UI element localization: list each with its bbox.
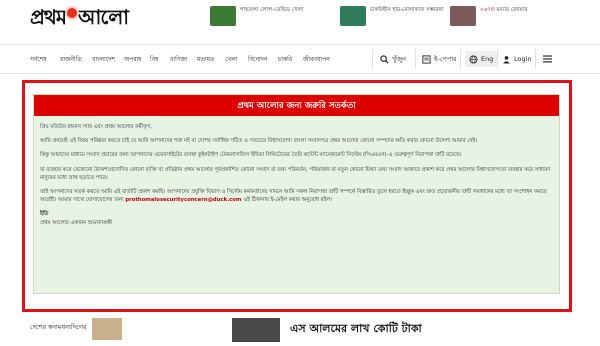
epaper-label: ই-পেপার	[434, 54, 457, 63]
nav-divider	[497, 49, 498, 69]
alert-signature: প্রথম আলোর একজন শুভাকাঙ্ক্ষী	[40, 219, 113, 226]
bottom-headline[interactable]: এস আলমের লাখ কোটি টাকা	[290, 320, 422, 339]
nav-item-business[interactable]: বাণিজ্য	[170, 54, 188, 65]
nav-item-jobs[interactable]: চাকরি	[278, 54, 292, 65]
news-thumbnail[interactable]	[92, 318, 122, 340]
search-label: খুঁজুন	[392, 54, 406, 63]
alert-paragraph: আমি প্রথমেই এই বিষয় পরিষ্কার করতে চাই য…	[40, 138, 478, 145]
promo-highlight: ০৬৭ফ	[480, 7, 495, 13]
nav-item-bangladesh[interactable]: বাংলাদেশ	[92, 54, 115, 65]
promo-item-3[interactable]: ০৬৭ফ বন্যার জোয়ার	[450, 6, 527, 32]
logo-text-part2: আলো	[78, 4, 129, 29]
contact-email-link[interactable]: prothomalosecurityconcern@duck.com	[125, 197, 241, 203]
epaper-button[interactable]: ই-পেপার	[422, 51, 457, 67]
newspaper-icon	[422, 54, 431, 64]
sun-icon	[67, 8, 77, 18]
nav-item-lifestyle[interactable]: জীবনযাপন	[303, 54, 330, 65]
login-label: Login	[514, 55, 532, 63]
globe-icon	[469, 54, 478, 64]
language-label: Eng	[481, 55, 494, 63]
logo-text-part1: প্রথম	[30, 4, 67, 29]
promo-text: ০৬৭ফ বন্যার জোয়ার	[480, 6, 527, 14]
prothom-alo-logo[interactable]: প্রথম আলো	[30, 5, 129, 32]
promo-thumbnail	[450, 6, 476, 26]
promo-text-body: বন্যার জোয়ার	[496, 7, 528, 13]
login-button[interactable]: Login	[502, 51, 532, 67]
top-bar: প্রথম আলো গাছতলা লোল-ডেভিড খেলা চাকরিহীন…	[0, 0, 600, 38]
nav-item-latest[interactable]: সর্বশেষ	[30, 54, 47, 65]
promo-item-2[interactable]: চাকরিহীন হার-মোলাকাত সম্ভাবনা	[340, 6, 443, 32]
bottom-left-headline[interactable]: দেশের স্বনামধন্যদিগের	[30, 322, 87, 333]
alert-paragraph: কিন্তু আমাদের মাধ্যমে সংবাদ প্রচারের জন্…	[40, 152, 462, 159]
alert-paragraph: যা ব্যবহার করে যেকোনো উদ্দেশ্যপ্রণোদিত ক…	[40, 166, 551, 181]
alert-paragraph-contact: তাই আপনাদের সতর্ক করতে আমি এই বার্তাটি প…	[40, 188, 552, 204]
promo-thumbnail	[340, 6, 366, 26]
nav-item-crime[interactable]: অপরাধ	[124, 54, 142, 65]
nav-item-world[interactable]: বিশ্ব	[150, 54, 158, 65]
promo-item-1[interactable]: গাছতলা লোল-ডেভিড খেলা	[210, 6, 303, 32]
alert-greeting: প্রিয় মতিউর রহমান স্যার এবং প্রথম আলোর …	[40, 124, 152, 130]
alert-title: প্রথম আলোর জন্য জরুরি সতর্কতা	[34, 95, 559, 116]
nav-item-politics[interactable]: রাজনীতি	[60, 54, 82, 65]
language-toggle[interactable]: Eng	[465, 51, 498, 67]
nav-item-entertainment[interactable]: বিনোদন	[248, 54, 268, 65]
nav-divider	[535, 49, 536, 69]
alert-signoff: ইতি	[40, 211, 49, 218]
search-button[interactable]: খুঁজুন	[380, 51, 406, 67]
nav-divider	[460, 49, 461, 69]
alert-contact-text-end: এই ঠিকানায় ই-মেইল করার অনুরোধ রইল।	[241, 197, 333, 204]
alert-body: প্রিয় মতিউর রহমান স্যার এবং প্রথম আলোর …	[40, 123, 552, 227]
nav-divider	[415, 49, 416, 69]
user-icon	[503, 55, 510, 64]
security-alert-panel: প্রথম আলোর জন্য জরুরি সতর্কতা প্রিয় মতি…	[33, 94, 560, 294]
hamburger-menu-icon	[543, 55, 552, 63]
alert-highlight-frame: প্রথম আলোর জন্য জরুরি সতর্কতা প্রিয় মতি…	[22, 80, 572, 312]
nav-divider	[372, 49, 373, 69]
main-nav: সর্বশেষ রাজনীতি বাংলাদেশ অপরাধ বিশ্ব বাণ…	[0, 44, 600, 74]
promo-text: গাছতলা লোল-ডেভিড খেলা	[240, 7, 304, 13]
news-thumbnail[interactable]	[232, 318, 280, 342]
promo-text: চাকরিহীন হার-মোলাকাত সম্ভাবনা	[370, 7, 444, 13]
promo-thumbnail	[210, 6, 236, 26]
menu-button[interactable]	[543, 51, 552, 67]
nav-item-opinion[interactable]: মতামত	[197, 54, 214, 65]
alert-signoff-block: ইতি প্রথম আলোর একজন শুভাকাঙ্ক্ষী	[40, 210, 552, 226]
nav-item-sports[interactable]: খেলা	[225, 54, 238, 65]
search-icon	[380, 54, 389, 64]
